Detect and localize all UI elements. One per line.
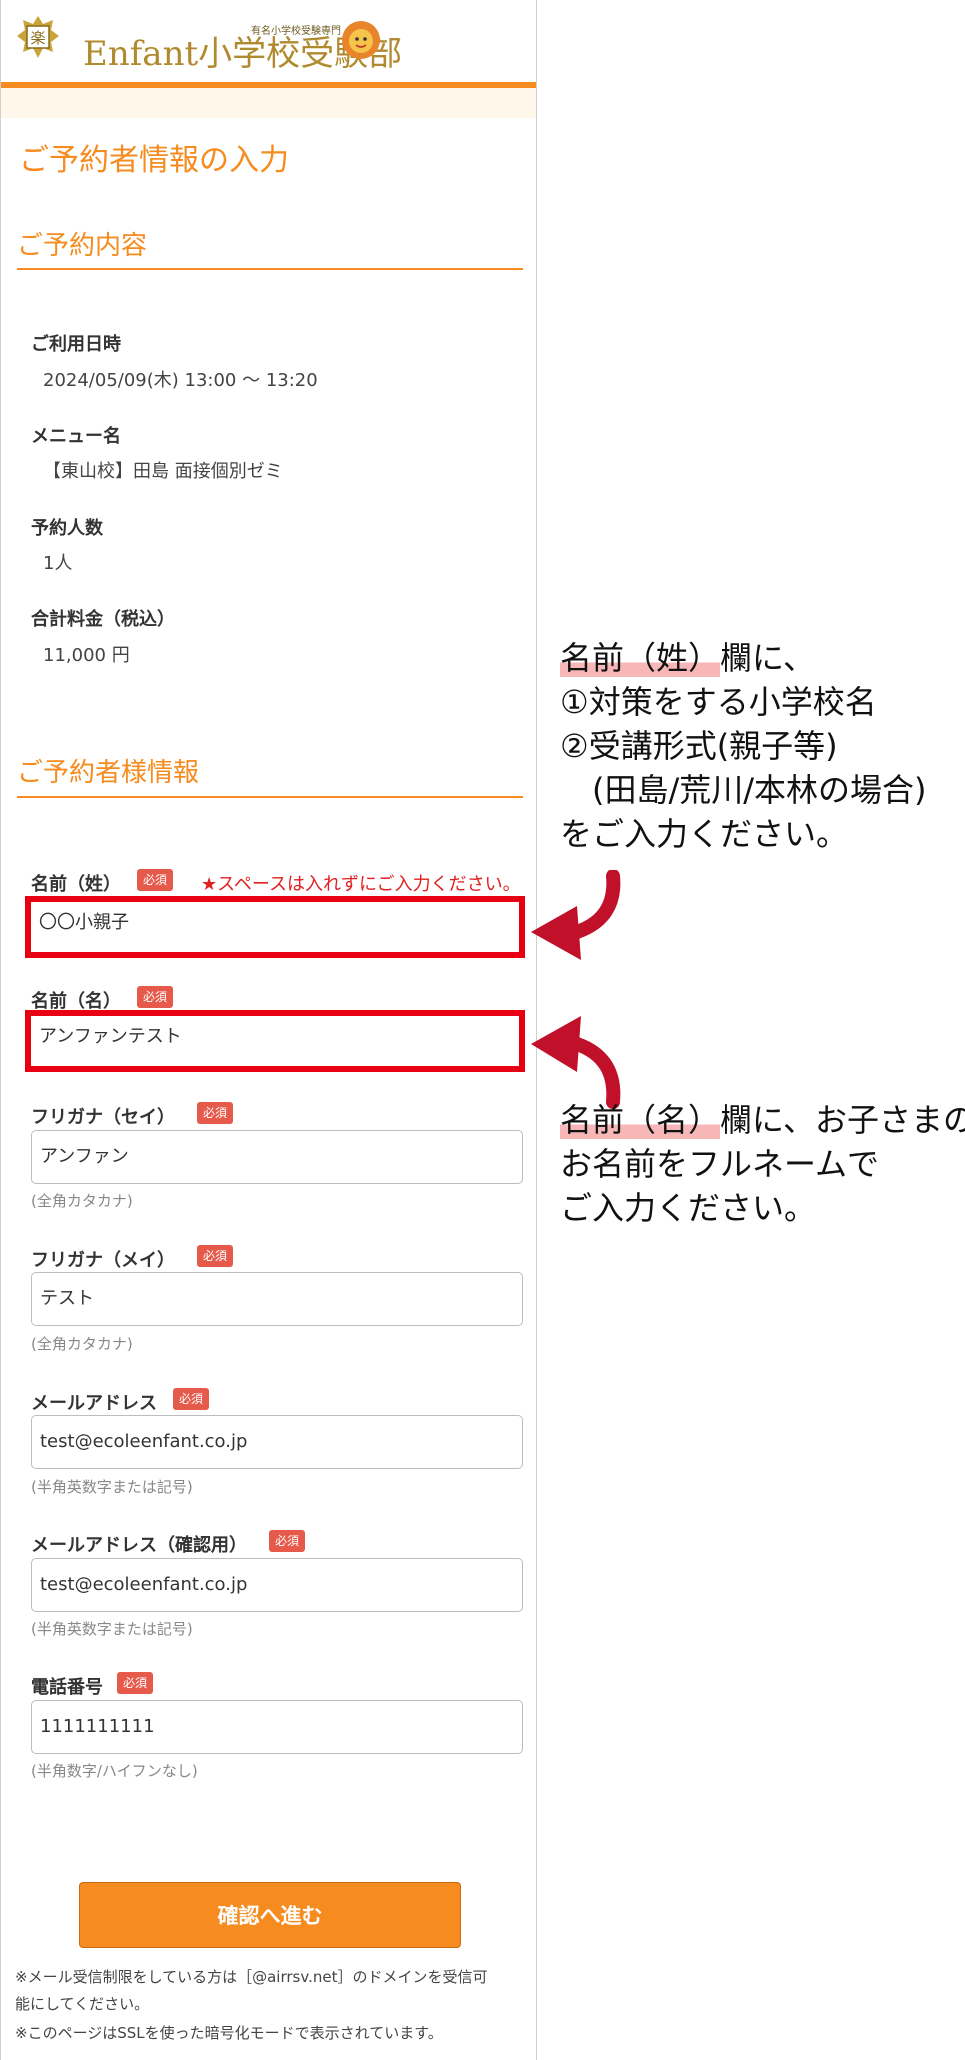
- kana-first-input[interactable]: テスト: [31, 1272, 523, 1326]
- annotation-highlight: 名前（姓）: [560, 639, 721, 677]
- first-name-input[interactable]: アンファンテスト: [25, 1010, 525, 1072]
- annotation-line: ①対策をする小学校名: [560, 683, 877, 721]
- last-name-input[interactable]: 〇〇小親子: [25, 896, 525, 958]
- menu-label: メニュー名: [31, 426, 121, 447]
- space-warning: ★スペースは入れずにご入力ください。: [201, 874, 521, 895]
- annotation-highlight: 名前（名）: [560, 1101, 721, 1139]
- annotation-last-name: 名前（姓）欄に、 ①対策をする小学校名 ②受講形式(親子等) (田島/荒川/本林…: [560, 636, 927, 856]
- datetime-value: 2024/05/09(木) 13:00 〜 13:20: [43, 370, 318, 391]
- annotation-line: ご入力ください。: [560, 1189, 817, 1227]
- email-confirm-label: メールアドレス（確認用）: [31, 1535, 247, 1556]
- crest-glyph: 楽: [30, 29, 45, 47]
- arrow-up-left-icon: [531, 1016, 621, 1109]
- required-badge: 必須: [117, 1672, 154, 1694]
- email-label: メールアドレス: [31, 1393, 157, 1414]
- email-input[interactable]: test@ecoleenfant.co.jp: [31, 1415, 523, 1469]
- email-hint: (半角英数字または記号): [31, 1478, 193, 1496]
- annotation-line: 欄に、お子さまの: [720, 1101, 965, 1139]
- footnote-line: ※メール受信制限をしている方は［@airrsv.net］のドメインを受信可: [15, 1968, 488, 1986]
- reservation-section-title: ご予約内容: [17, 231, 148, 261]
- required-badge: 必須: [197, 1102, 234, 1124]
- customer-section-title: ご予約者様情報: [17, 758, 200, 788]
- site-header: 楽 Enfant小学校受験部 有名小学校受験専門: [1, 0, 536, 82]
- annotation-first-name: 名前（名）欄に、お子さまの お名前をフルネームで ご入力ください。: [560, 1098, 965, 1230]
- phone-screen: 楽 Enfant小学校受験部 有名小学校受験専門 ご予約者情報の入力 ご予約内容…: [0, 0, 537, 2060]
- kana-last-hint: (全角カタカナ): [31, 1192, 133, 1210]
- required-badge: 必須: [173, 1388, 210, 1410]
- menu-value: 【東山校】田島 面接個別ゼミ: [43, 461, 283, 482]
- kana-first-hint: (全角カタカナ): [31, 1335, 133, 1353]
- total-value: 11,000 円: [43, 645, 130, 666]
- kana-last-input[interactable]: アンファン: [31, 1130, 523, 1184]
- required-badge: 必須: [137, 869, 174, 891]
- kana-first-label: フリガナ（メイ）: [31, 1250, 175, 1271]
- last-name-label: 名前（姓）: [31, 874, 121, 895]
- people-label: 予約人数: [31, 518, 103, 539]
- email-confirm-input[interactable]: test@ecoleenfant.co.jp: [31, 1558, 523, 1612]
- required-badge: 必須: [137, 986, 174, 1008]
- phone-label: 電話番号: [31, 1677, 103, 1698]
- footnote-line: 能にしてください。: [15, 1995, 150, 2013]
- arrow-down-left-icon: [531, 870, 621, 960]
- email-confirm-hint: (半角英数字または記号): [31, 1620, 193, 1638]
- phone-hint: (半角数字/ハイフンなし): [31, 1762, 198, 1780]
- required-badge: 必須: [197, 1245, 234, 1267]
- footnote-line: ※このページはSSLを使った暗号化モードで表示されています。: [15, 2024, 443, 2042]
- lion-mascot-icon: [342, 21, 380, 59]
- annotation-line: ②受講形式(親子等): [560, 727, 838, 765]
- annotation-line: (田島/荒川/本林の場合): [560, 771, 927, 809]
- required-badge: 必須: [269, 1530, 306, 1552]
- kana-last-label: フリガナ（セイ）: [31, 1107, 175, 1128]
- annotation-line: お名前をフルネームで: [560, 1145, 880, 1183]
- datetime-label: ご利用日時: [31, 334, 121, 355]
- people-value: 1人: [43, 553, 73, 574]
- crest-logo-icon: 楽: [17, 16, 59, 58]
- header-subbar: [1, 88, 536, 118]
- section-divider: [17, 796, 523, 798]
- annotation-line: 欄に、: [720, 639, 816, 677]
- section-divider: [17, 268, 523, 270]
- phone-input[interactable]: 1111111111: [31, 1700, 523, 1754]
- page-title: ご予約者情報の入力: [19, 143, 289, 178]
- annotation-line: をご入力ください。: [560, 815, 849, 853]
- brand-tagline: 有名小学校受験専門: [251, 26, 341, 37]
- confirm-button[interactable]: 確認へ進む: [79, 1882, 461, 1948]
- total-label: 合計料金（税込）: [31, 609, 175, 630]
